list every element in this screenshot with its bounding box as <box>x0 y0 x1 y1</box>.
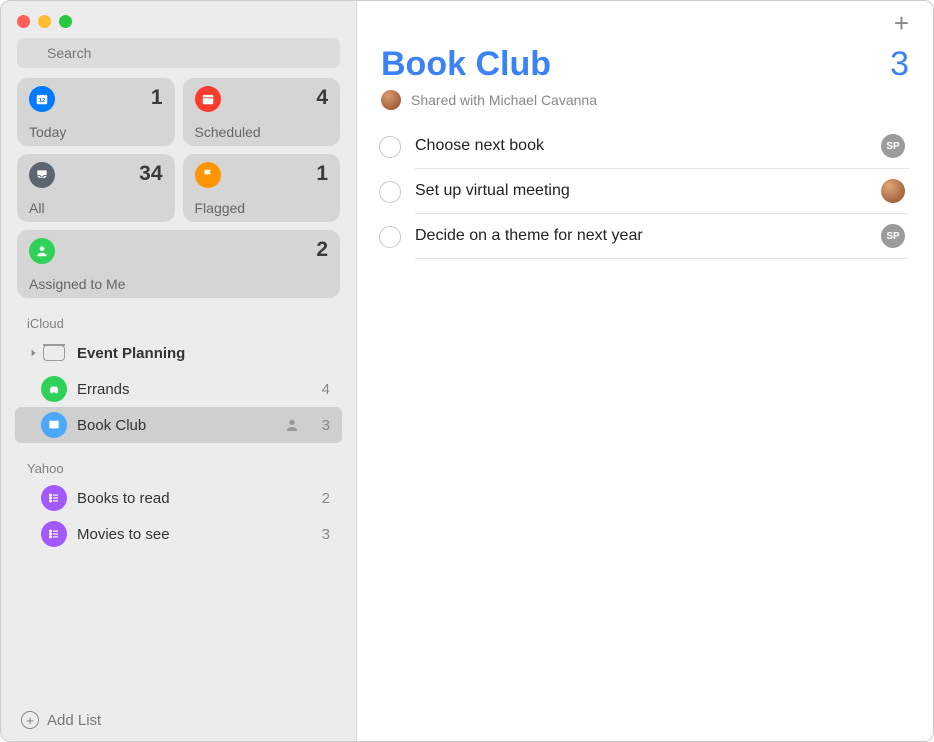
shared-with-row[interactable]: Shared with Michael Cavanna <box>357 84 933 124</box>
assignee-badge: SP <box>881 224 905 248</box>
reminder-title: Choose next book <box>415 137 544 155</box>
folder-event-planning[interactable]: Event Planning <box>15 335 342 371</box>
bullet-list-icon <box>41 521 67 547</box>
reminder-checkbox[interactable] <box>379 181 401 203</box>
list-label: Movies to see <box>77 526 310 543</box>
smart-assigned-count: 2 <box>316 238 328 262</box>
tray-icon <box>29 162 55 188</box>
list-count: 3 <box>310 417 330 434</box>
window-controls <box>1 1 356 38</box>
avatar <box>381 90 401 110</box>
section-header-yahoo: Yahoo <box>1 443 356 480</box>
smart-scheduled-label: Scheduled <box>195 124 329 140</box>
list-title: Book Club <box>381 45 551 84</box>
smart-scheduled[interactable]: 4 Scheduled <box>183 78 341 146</box>
list-book-club[interactable]: Book Club 3 <box>15 407 342 443</box>
shared-icon <box>284 417 300 433</box>
close-button[interactable] <box>17 15 30 28</box>
plus-circle-icon: + <box>21 711 39 729</box>
maximize-button[interactable] <box>59 15 72 28</box>
smart-flagged-count: 1 <box>316 162 328 186</box>
list-movies-to-see[interactable]: Movies to see 3 <box>15 516 342 552</box>
list-errands[interactable]: Errands 4 <box>15 371 342 407</box>
reminder-title: Set up virtual meeting <box>415 182 570 200</box>
list-label: Book Club <box>77 417 284 434</box>
smart-flagged-label: Flagged <box>195 200 329 216</box>
list-label: Errands <box>77 381 310 398</box>
search-container <box>17 38 340 68</box>
smart-today-count: 1 <box>151 86 163 110</box>
reminder-row[interactable]: Choose next book SP <box>373 124 917 169</box>
reminder-title: Decide on a theme for next year <box>415 227 643 245</box>
chevron-right-icon <box>27 349 41 357</box>
reminder-checkbox[interactable] <box>379 136 401 158</box>
reminder-list: Choose next book SP Set up virtual meeti… <box>357 124 933 259</box>
smart-assigned-label: Assigned to Me <box>29 276 328 292</box>
search-input[interactable] <box>17 38 340 68</box>
list-header: Book Club 3 <box>357 45 933 84</box>
add-list-label: Add List <box>47 712 101 729</box>
flag-icon <box>195 162 221 188</box>
list-count: 3 <box>310 526 330 543</box>
smart-all-count: 34 <box>139 162 162 186</box>
app-window: 12 1 Today 4 Scheduled <box>0 0 934 742</box>
calendar-today-icon: 12 <box>29 86 55 112</box>
smart-today-label: Today <box>29 124 163 140</box>
list-label: Books to read <box>77 490 310 507</box>
book-icon <box>41 412 67 438</box>
smart-flagged[interactable]: 1 Flagged <box>183 154 341 222</box>
sidebar: 12 1 Today 4 Scheduled <box>1 1 357 741</box>
minimize-button[interactable] <box>38 15 51 28</box>
list-count: 4 <box>310 381 330 398</box>
add-reminder-button[interactable]: + <box>894 8 909 39</box>
folder-icon <box>43 345 65 361</box>
smart-assigned[interactable]: 2 Assigned to Me <box>17 230 340 298</box>
reminder-row[interactable]: Decide on a theme for next year SP <box>373 214 917 259</box>
smart-today[interactable]: 12 1 Today <box>17 78 175 146</box>
reminder-checkbox[interactable] <box>379 226 401 248</box>
shared-with-label: Shared with Michael Cavanna <box>411 92 597 108</box>
smart-all-label: All <box>29 200 163 216</box>
main-panel: + Book Club 3 Shared with Michael Cavann… <box>357 1 933 741</box>
bullet-list-icon <box>41 485 67 511</box>
svg-text:12: 12 <box>39 98 46 104</box>
add-list-button[interactable]: + Add List <box>1 701 356 741</box>
assignee-avatar <box>881 179 905 203</box>
assignee-badge: SP <box>881 134 905 158</box>
section-header-icloud: iCloud <box>1 298 356 335</box>
calendar-icon <box>195 86 221 112</box>
car-icon <box>41 376 67 402</box>
person-icon <box>29 238 55 264</box>
list-label: Event Planning <box>77 345 330 362</box>
list-header-count: 3 <box>890 45 909 84</box>
list-count: 2 <box>310 490 330 507</box>
main-toolbar: + <box>357 1 933 45</box>
smart-lists-grid: 12 1 Today 4 Scheduled <box>1 78 356 298</box>
smart-all[interactable]: 34 All <box>17 154 175 222</box>
list-books-to-read[interactable]: Books to read 2 <box>15 480 342 516</box>
reminder-row[interactable]: Set up virtual meeting <box>373 169 917 214</box>
smart-scheduled-count: 4 <box>316 86 328 110</box>
